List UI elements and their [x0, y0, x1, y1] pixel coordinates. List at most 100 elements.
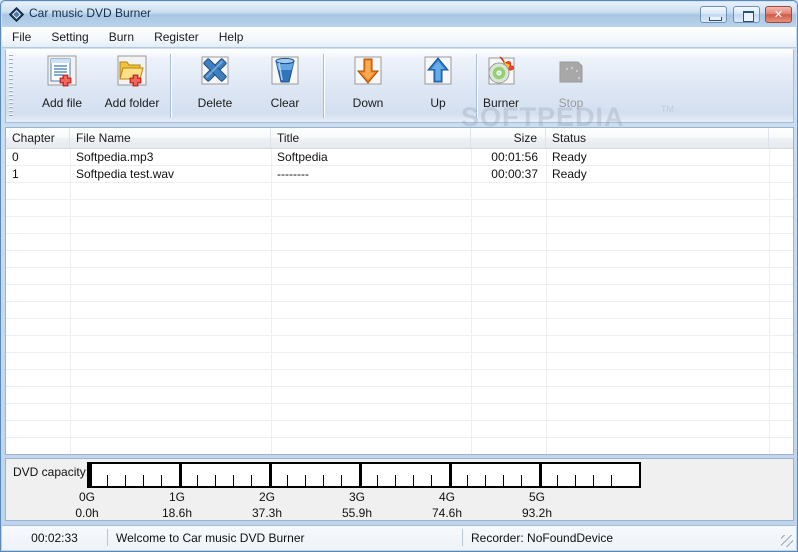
capacity-hours-label: 74.6h — [417, 506, 477, 520]
ruler-tick-minor — [503, 475, 504, 486]
resize-grip[interactable] — [781, 535, 793, 547]
maximize-button[interactable] — [733, 6, 760, 23]
ruler-tick-minor — [377, 475, 378, 486]
toolbar: Add file Add folder — [5, 49, 794, 123]
app-window: Car music DVD Burner ✕ FileSettingBurnRe… — [0, 0, 798, 552]
table-row-empty[interactable] — [6, 183, 793, 200]
burn-button[interactable]: Burner — [468, 53, 534, 119]
column-header-blank[interactable] — [769, 128, 793, 148]
ruler-tick-minor — [251, 475, 252, 486]
close-button[interactable]: ✕ — [765, 6, 792, 23]
table-row-empty[interactable] — [6, 353, 793, 370]
add-file-label: Add file — [29, 96, 95, 110]
capacity-mark-5: 5G 93.2h — [507, 490, 567, 520]
column-header-size[interactable]: Size — [471, 128, 546, 148]
cell-status: Ready — [546, 166, 769, 182]
cell-file-name: Softpedia.mp3 — [70, 149, 271, 165]
ruler-tick-major — [179, 464, 182, 486]
file-list[interactable]: Chapter File Name Title Size Status 0 So… — [5, 127, 794, 455]
table-row-empty[interactable] — [6, 387, 793, 404]
column-header-status[interactable]: Status — [546, 128, 769, 148]
capacity-size-label: 0G — [57, 490, 117, 504]
table-row-empty[interactable] — [6, 285, 793, 302]
capacity-hours-label: 0.0h — [57, 506, 117, 520]
capacity-mark-4: 4G 74.6h — [417, 490, 477, 520]
capacity-size-label: 1G — [147, 490, 207, 504]
move-down-button[interactable]: Down — [335, 53, 401, 119]
file-list-header: Chapter File Name Title Size Status — [6, 128, 793, 149]
menu-item-register[interactable]: Register — [144, 27, 209, 46]
table-row-empty[interactable] — [6, 421, 793, 438]
table-row-empty[interactable] — [6, 268, 793, 285]
menu-item-setting[interactable]: Setting — [41, 27, 98, 46]
table-row-empty[interactable] — [6, 438, 793, 455]
ruler-tick-minor — [233, 475, 234, 486]
stop-button[interactable]: Stop — [538, 53, 604, 119]
table-row-empty[interactable] — [6, 302, 793, 319]
cell-status: Ready — [546, 149, 769, 165]
capacity-size-label: 5G — [507, 490, 567, 504]
add-folder-button[interactable]: Add folder — [99, 53, 165, 119]
table-row-empty[interactable] — [6, 404, 793, 421]
status-recorder: Recorder: NoFoundDevice — [463, 529, 783, 547]
move-up-icon — [420, 78, 456, 92]
capacity-hours-label: 18.6h — [147, 506, 207, 520]
table-row-empty[interactable] — [6, 336, 793, 353]
ruler-tick-major — [449, 464, 452, 486]
maximize-icon — [743, 11, 754, 22]
add-file-icon — [44, 78, 80, 92]
ruler-tick-minor — [611, 475, 612, 486]
ruler-tick-major — [359, 464, 362, 486]
move-down-label: Down — [335, 96, 401, 110]
menu-item-burn[interactable]: Burn — [99, 27, 144, 46]
clear-button[interactable]: Clear — [252, 53, 318, 119]
column-header-file-name[interactable]: File Name — [70, 128, 271, 148]
table-row-empty[interactable] — [6, 217, 793, 234]
menu-item-file[interactable]: File — [2, 27, 41, 46]
move-up-button[interactable]: Up — [405, 53, 471, 119]
table-row[interactable]: 1 Softpedia test.wav -------- 00:00:37 R… — [6, 166, 793, 183]
ruler-tick-minor — [341, 475, 342, 486]
capacity-mark-3: 3G 55.9h — [327, 490, 387, 520]
toolbar-grip[interactable] — [9, 54, 13, 118]
column-header-chapter[interactable]: Chapter — [6, 128, 70, 148]
cell-chapter: 1 — [6, 166, 70, 182]
dvd-capacity-label: DVD capacity: — [13, 465, 89, 479]
table-row-empty[interactable] — [6, 200, 793, 217]
table-row-empty[interactable] — [6, 319, 793, 336]
add-file-button[interactable]: Add file — [29, 53, 95, 119]
delete-button[interactable]: Delete — [182, 53, 248, 119]
ruler-tick-minor — [215, 475, 216, 486]
table-row-empty[interactable] — [6, 234, 793, 251]
minimize-button[interactable] — [700, 6, 727, 23]
ruler-tick-minor — [161, 475, 162, 486]
cell-title: -------- — [271, 166, 471, 182]
clear-icon — [267, 78, 303, 92]
dvd-capacity-ruler[interactable] — [87, 462, 641, 488]
window-controls: ✕ — [698, 6, 792, 24]
capacity-hours-label: 93.2h — [507, 506, 567, 520]
ruler-tick-minor — [467, 475, 468, 486]
ruler-tick-minor — [593, 475, 594, 486]
menu-bar: FileSettingBurnRegisterHelp — [2, 27, 796, 48]
table-row-empty[interactable] — [6, 251, 793, 268]
ruler-tick-minor — [197, 475, 198, 486]
ruler-tick-minor — [125, 475, 126, 486]
ruler-tick-minor — [485, 475, 486, 486]
table-row-empty[interactable] — [6, 370, 793, 387]
column-header-title[interactable]: Title — [271, 128, 471, 148]
ruler-tick-major — [89, 464, 92, 486]
toolbar-separator-1 — [170, 54, 171, 118]
menu-item-help[interactable]: Help — [209, 27, 254, 46]
dvd-capacity-scale: 0G 0.0h 1G 18.6h 2G 37.3h 3G 55.9h 4G 74… — [6, 490, 793, 520]
capacity-size-label: 2G — [237, 490, 297, 504]
title-bar[interactable]: Car music DVD Burner ✕ — [2, 2, 796, 27]
capacity-size-label: 3G — [327, 490, 387, 504]
capacity-mark-2: 2G 37.3h — [237, 490, 297, 520]
table-row[interactable]: 0 Softpedia.mp3 Softpedia 00:01:56 Ready — [6, 149, 793, 166]
clear-label: Clear — [252, 96, 318, 110]
cell-size: 00:00:37 — [471, 166, 546, 182]
capacity-size-label: 4G — [417, 490, 477, 504]
app-diamond-icon — [9, 7, 24, 22]
cell-chapter: 0 — [6, 149, 70, 165]
